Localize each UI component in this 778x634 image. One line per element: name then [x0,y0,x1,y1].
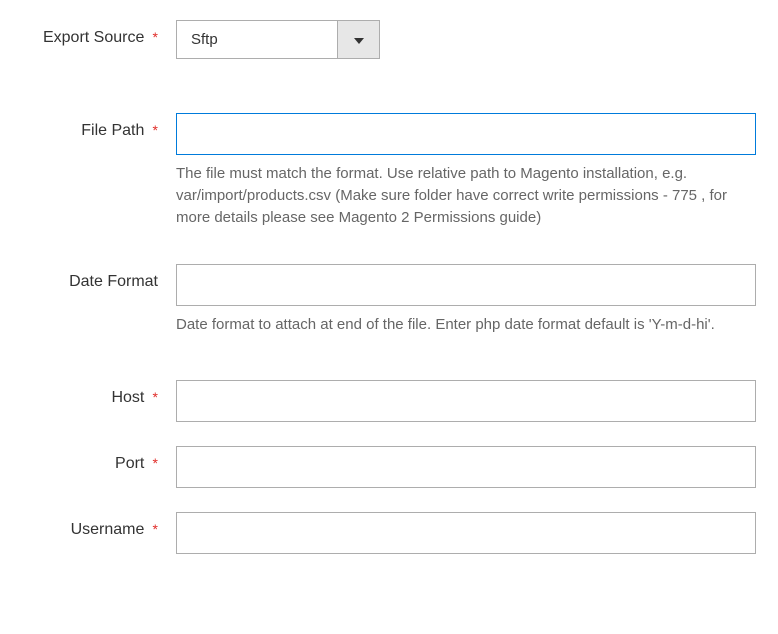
field-row-host: Host * [18,380,760,422]
input-col: The file must match the format. Use rela… [176,113,756,228]
label-col: Export Source * [18,20,176,47]
export-source-value: Sftp [177,21,337,58]
dropdown-trigger[interactable] [337,21,379,58]
file-path-label: File Path [81,122,144,139]
input-col: Sftp [176,20,756,59]
username-input[interactable] [176,512,756,554]
field-row-export-source: Export Source * Sftp [18,20,760,59]
required-mark: * [153,122,158,138]
file-path-input[interactable] [176,113,756,155]
date-format-input[interactable] [176,264,756,306]
field-row-date-format: Date Format Date format to attach at end… [18,264,760,336]
input-col [176,446,756,488]
chevron-down-icon [354,31,364,48]
host-input[interactable] [176,380,756,422]
field-row-file-path: File Path * The file must match the form… [18,113,760,228]
port-label: Port [115,455,144,472]
input-col [176,380,756,422]
port-input[interactable] [176,446,756,488]
required-mark: * [153,521,158,537]
field-row-username: Username * [18,512,760,554]
label-col: Username * [18,512,176,539]
host-label: Host [111,389,144,406]
required-mark: * [153,389,158,405]
required-mark: * [153,29,158,45]
input-col: Date format to attach at end of the file… [176,264,756,336]
file-path-helper: The file must match the format. Use rela… [176,163,756,228]
label-col: Host * [18,380,176,407]
export-source-label: Export Source [43,29,144,46]
label-col: Date Format [18,264,176,291]
field-row-port: Port * [18,446,760,488]
export-source-select[interactable]: Sftp [176,20,380,59]
date-format-helper: Date format to attach at end of the file… [176,314,756,336]
required-mark: * [153,455,158,471]
username-label: Username [71,521,145,538]
input-col [176,512,756,554]
date-format-label: Date Format [69,273,158,290]
label-col: Port * [18,446,176,473]
label-col: File Path * [18,113,176,140]
